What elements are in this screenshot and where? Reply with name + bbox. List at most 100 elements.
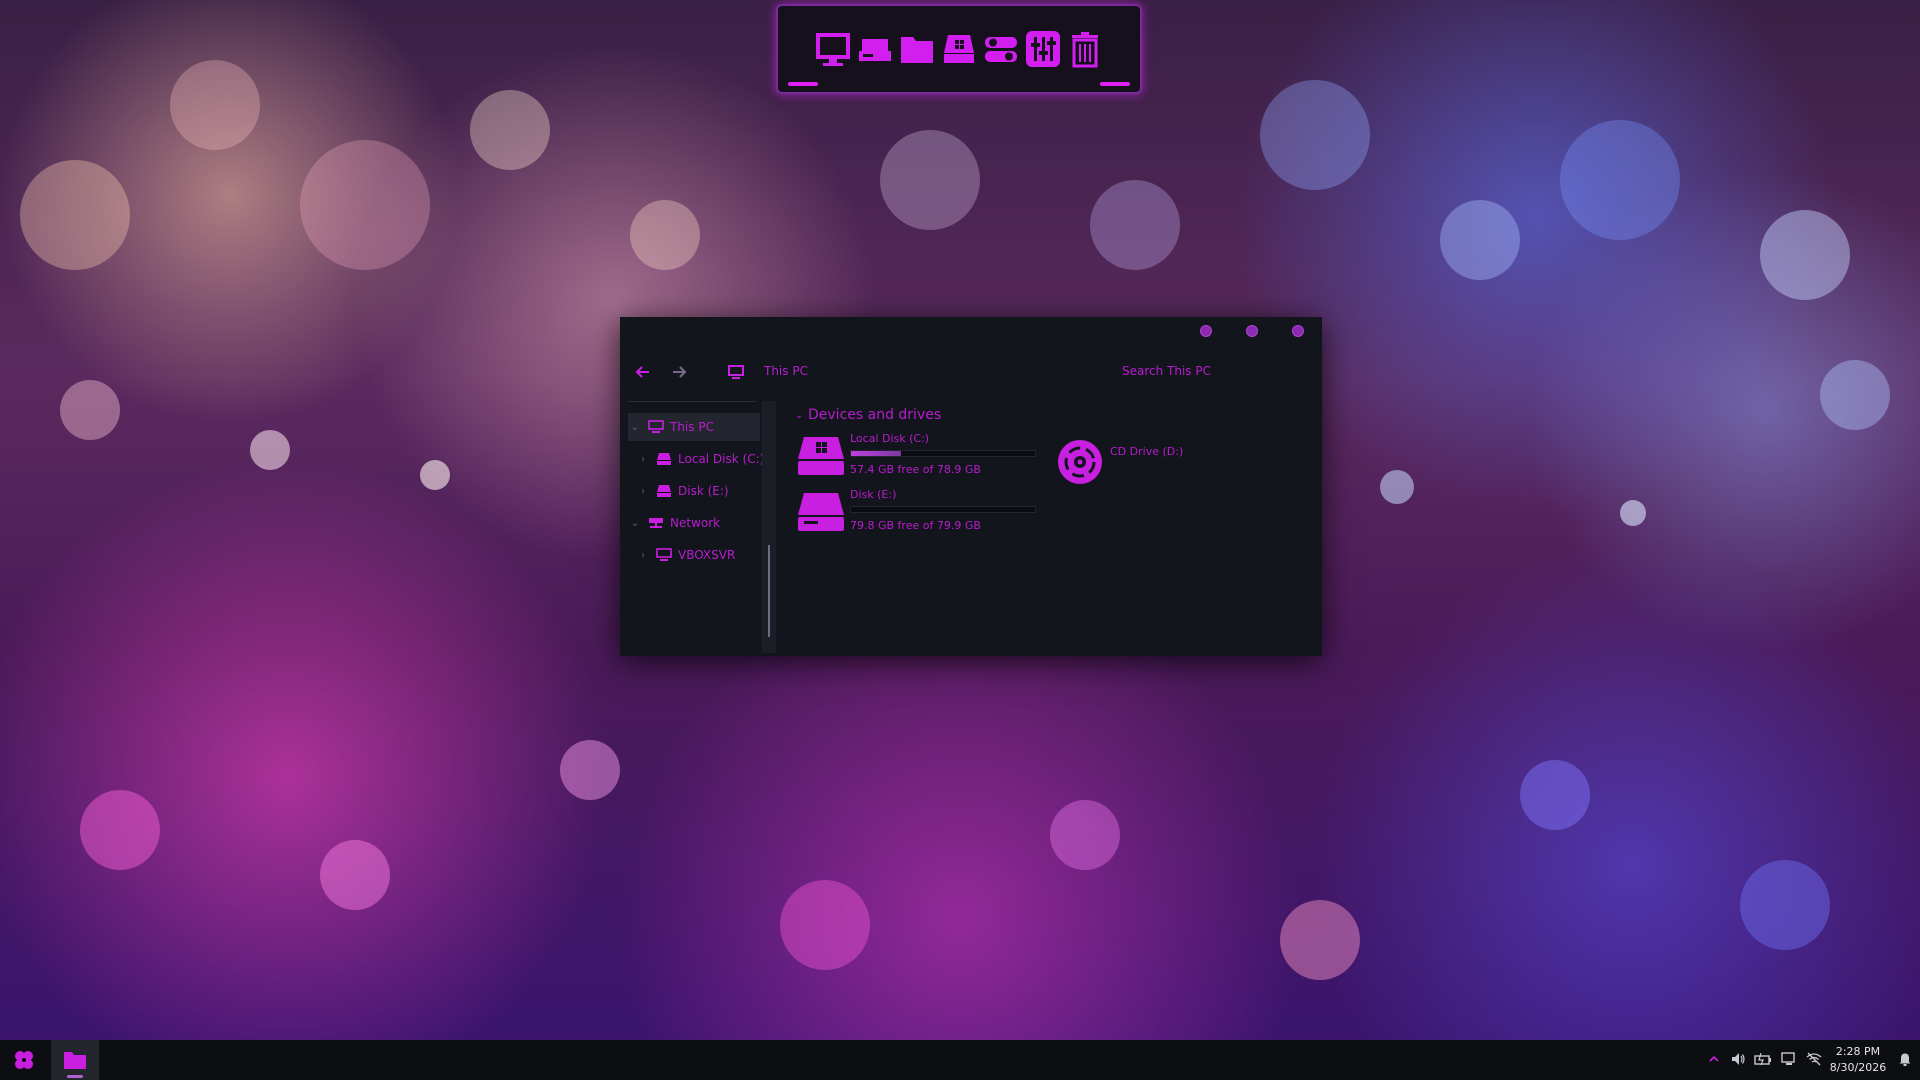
sidebar-item-label: VBOXSVR <box>678 548 736 562</box>
equalizer-icon <box>1026 31 1060 67</box>
arrow-left-icon <box>635 366 649 378</box>
back-button[interactable] <box>632 361 654 383</box>
bokeh-light <box>20 160 130 270</box>
dock-accent-line <box>1100 82 1130 86</box>
sidebar-item-vboxsvr[interactable]: › VBOXSVR <box>636 541 766 569</box>
dock-drive[interactable] <box>857 22 893 76</box>
drive-name: Disk (E:) <box>850 488 897 501</box>
bokeh-light <box>420 460 450 490</box>
folder-icon <box>64 1052 86 1069</box>
maximize-button[interactable] <box>1246 325 1258 337</box>
navigation-pane: ⌄ This PC › Local Disk (C:) › Disk (E:) … <box>628 401 766 641</box>
bokeh-light <box>1090 180 1180 270</box>
dock-monitor[interactable] <box>815 22 851 76</box>
search-input[interactable]: Search This PC <box>1122 364 1211 378</box>
dock-accent-line <box>788 82 818 86</box>
group-header[interactable]: ⌄ Devices and drives <box>792 407 941 423</box>
sidebar-item-label: Disk (E:) <box>678 484 729 498</box>
windows-drive-icon <box>798 437 844 475</box>
scrollbar-thumb[interactable] <box>768 545 770 637</box>
clock-date: 8/30/2026 <box>1829 1061 1887 1074</box>
dock-windows-drive[interactable] <box>941 22 977 76</box>
taskbar-file-explorer[interactable] <box>51 1040 99 1080</box>
toggle-switch-icon <box>985 37 1017 62</box>
address-bar[interactable]: This PC <box>764 364 808 378</box>
bokeh-light <box>470 90 550 170</box>
bokeh-light <box>560 740 620 800</box>
drive-free-space: 79.8 GB free of 79.9 GB <box>850 519 981 532</box>
chevron-up-icon <box>1709 1055 1719 1062</box>
computer-icon <box>656 548 672 561</box>
bokeh-light <box>1520 760 1590 830</box>
trash-icon <box>1072 32 1098 68</box>
bokeh-light <box>300 140 430 270</box>
drive-disk-e[interactable]: Disk (E:) 79.8 GB free of 79.9 GB <box>796 488 1046 539</box>
dock-toggle[interactable] <box>983 22 1019 76</box>
network-button[interactable] <box>1780 1050 1798 1068</box>
chevron-right-icon[interactable]: › <box>636 486 650 497</box>
start-button[interactable] <box>0 1040 48 1080</box>
top-dock <box>776 4 1142 94</box>
battery-button[interactable] <box>1754 1050 1772 1068</box>
drive-usage-bar <box>850 506 1036 513</box>
drive-cd-d[interactable]: CD Drive (D:) <box>1056 439 1206 489</box>
close-button[interactable] <box>1292 325 1304 337</box>
sidebar-item-network[interactable]: ⌄ Network <box>628 509 760 537</box>
show-hidden-icons-button[interactable] <box>1705 1050 1723 1068</box>
volume-icon <box>1732 1053 1745 1065</box>
bokeh-light <box>1820 360 1890 430</box>
bokeh-light <box>630 200 700 270</box>
sidebar-item-label: Local Disk (C:) <box>678 452 765 466</box>
bokeh-light <box>250 430 290 470</box>
dock-folder[interactable] <box>899 22 935 76</box>
drive-icon <box>657 485 671 497</box>
bokeh-light <box>1280 900 1360 980</box>
sidebar-scrollbar[interactable] <box>762 401 776 653</box>
chevron-down-icon[interactable]: ⌄ <box>792 410 806 421</box>
battery-icon <box>1754 1052 1771 1066</box>
chevron-right-icon[interactable]: › <box>636 550 650 561</box>
sidebar-item-this-pc[interactable]: ⌄ This PC <box>628 413 760 441</box>
bokeh-light <box>1620 500 1646 526</box>
folder-icon <box>901 37 933 63</box>
clock[interactable]: 2:28 PM 8/30/2026 <box>1820 1044 1896 1076</box>
network-icon <box>649 518 663 528</box>
navigation-bar: This PC Search This PC <box>620 355 1322 389</box>
drive-usage-fill <box>851 451 901 456</box>
computer-icon <box>728 365 744 379</box>
sidebar-item-disk-e[interactable]: › Disk (E:) <box>636 477 766 505</box>
minimize-button[interactable] <box>1200 325 1212 337</box>
bokeh-light <box>60 380 120 440</box>
network-monitor-icon <box>1781 1052 1795 1065</box>
notifications-button[interactable] <box>1896 1050 1914 1068</box>
drive-icon <box>798 493 844 531</box>
active-indicator <box>67 1075 83 1078</box>
chevron-right-icon[interactable]: › <box>636 454 650 465</box>
bokeh-light <box>170 60 260 150</box>
sidebar-item-label: This PC <box>670 420 714 434</box>
drive-local-disk-c[interactable]: Local Disk (C:) 57.4 GB free of 78.9 GB <box>796 432 1046 483</box>
bokeh-light <box>1260 80 1370 190</box>
drive-icon <box>859 39 891 61</box>
drive-free-space: 57.4 GB free of 78.9 GB <box>850 463 981 476</box>
bokeh-light <box>1380 470 1414 504</box>
dock-trash[interactable] <box>1067 22 1103 76</box>
bokeh-light <box>880 130 980 230</box>
drive-icon <box>657 453 671 465</box>
sidebar-item-local-disk-c[interactable]: › Local Disk (C:) <box>636 445 766 473</box>
chevron-down-icon[interactable]: ⌄ <box>628 518 642 529</box>
cd-drive-icon <box>1058 440 1102 484</box>
bokeh-light <box>1560 120 1680 240</box>
clover-start-icon <box>15 1051 33 1069</box>
arrow-right-icon <box>673 366 687 378</box>
drive-name: Local Disk (C:) <box>850 432 930 445</box>
content-area: ⌄ Devices and drives Local Disk (C:) 57.… <box>780 401 1322 651</box>
title-bar <box>620 317 1322 347</box>
taskbar: 2:28 PM 8/30/2026 <box>0 1040 1920 1080</box>
volume-button[interactable] <box>1729 1050 1747 1068</box>
bokeh-light <box>1440 200 1520 280</box>
forward-button[interactable] <box>668 361 690 383</box>
dock-equalizer[interactable] <box>1025 22 1061 76</box>
chevron-down-icon[interactable]: ⌄ <box>628 422 642 433</box>
computer-icon <box>648 420 664 433</box>
